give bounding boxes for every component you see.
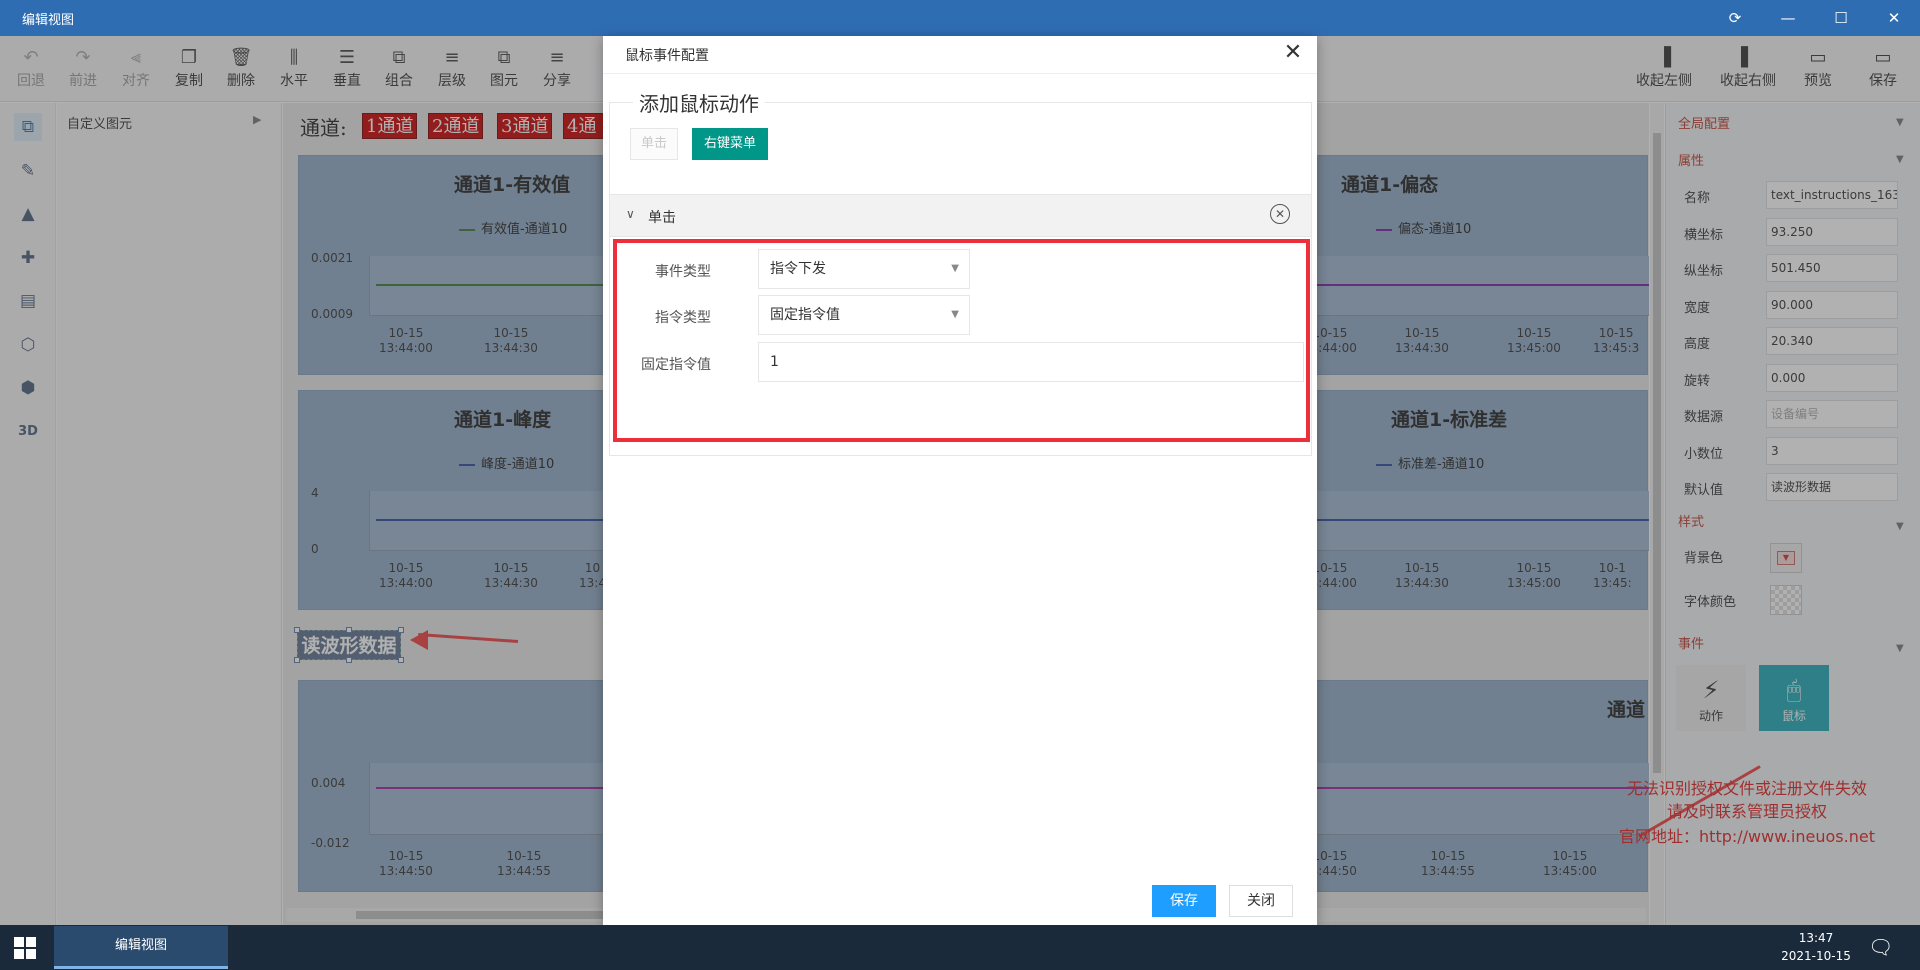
- windows-start-icon[interactable]: [14, 937, 36, 959]
- remove-circle-icon[interactable]: ✕: [1270, 204, 1290, 224]
- single-click-panel: ∨ 单击 ✕ 事件类型 指令下发 ▼ 指令类型 固定指令值 ▼ 固定指令值 1: [609, 194, 1312, 456]
- single-click-panel-header[interactable]: ∨ 单击 ✕: [610, 195, 1311, 237]
- highlight-box: 事件类型 指令下发 ▼ 指令类型 固定指令值 ▼ 固定指令值 1: [613, 239, 1310, 442]
- save-button[interactable]: 保存: [1152, 885, 1216, 917]
- taskbar-clock[interactable]: 13:47 2021-10-15: [1776, 929, 1856, 965]
- event-type-label: 事件类型: [655, 264, 711, 280]
- taskbar-app-button[interactable]: 编辑视图: [54, 926, 228, 969]
- minimize-button[interactable]: —: [1773, 6, 1803, 30]
- dialog-header: 鼠标事件配置 ✕: [603, 36, 1317, 74]
- taskbar: 编辑视图 13:47 2021-10-15 🗨: [0, 925, 1920, 970]
- mouse-event-dialog: 鼠标事件配置 ✕ 添加鼠标动作 单击 右键菜单 ∨ 单击 ✕ 事件类型 指令下发…: [603, 36, 1317, 925]
- command-type-label: 指令类型: [655, 310, 711, 326]
- window-title: 编辑视图: [22, 13, 75, 28]
- close-icon[interactable]: ✕: [1279, 40, 1307, 65]
- fixed-value-input[interactable]: 1: [758, 342, 1304, 382]
- fixed-value-label: 固定指令值: [641, 357, 711, 373]
- command-type-select[interactable]: 固定指令值 ▼: [758, 295, 970, 335]
- close-window-button[interactable]: ✕: [1879, 6, 1909, 30]
- title-bar: 编辑视图 ⟳ — ☐ ✕: [0, 0, 1920, 36]
- maximize-button[interactable]: ☐: [1826, 6, 1856, 30]
- dialog-title: 鼠标事件配置: [625, 48, 709, 64]
- dropdown-caret-icon: ▼: [951, 263, 959, 274]
- panel-title: 单击: [648, 210, 676, 226]
- command-type-value: 固定指令值: [770, 307, 840, 323]
- notification-icon[interactable]: 🗨: [1868, 935, 1893, 959]
- chevron-down-icon[interactable]: ∨: [626, 207, 635, 221]
- clock-date: 2021-10-15: [1781, 949, 1851, 963]
- single-click-button[interactable]: 单击: [630, 128, 678, 160]
- add-action-legend: 添加鼠标动作: [633, 88, 765, 117]
- clock-time: 13:47: [1798, 931, 1834, 945]
- dropdown-caret-icon: ▼: [951, 309, 959, 320]
- event-type-value: 指令下发: [770, 261, 826, 277]
- context-menu-button[interactable]: 右键菜单: [692, 128, 768, 160]
- refresh-icon[interactable]: ⟳: [1720, 6, 1750, 30]
- close-button[interactable]: 关闭: [1229, 885, 1293, 917]
- event-type-select[interactable]: 指令下发 ▼: [758, 249, 970, 289]
